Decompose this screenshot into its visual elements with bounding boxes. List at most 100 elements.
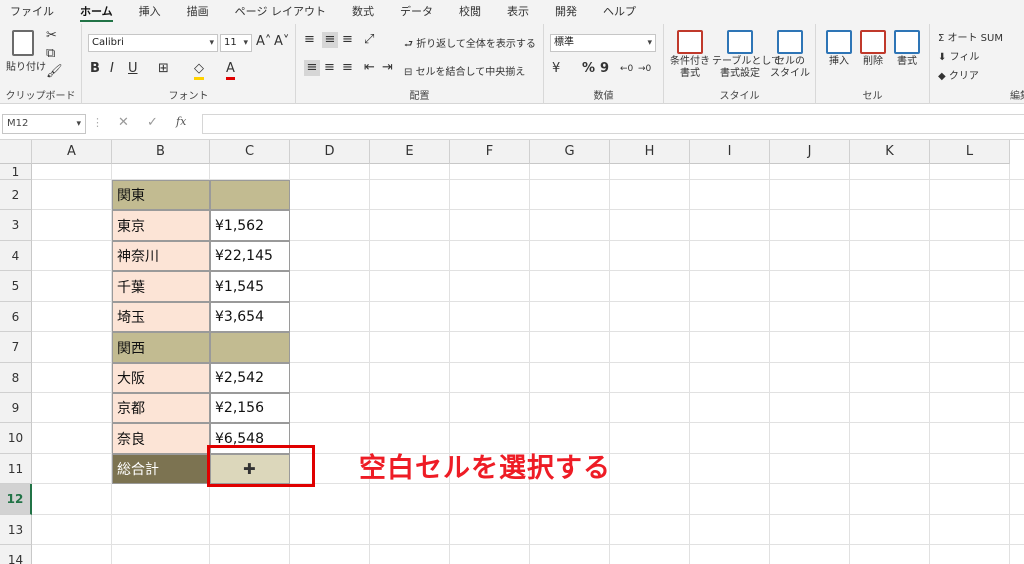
fill-button[interactable]: ⬇ フィル — [938, 48, 979, 63]
tab-1[interactable]: ホーム — [80, 0, 113, 24]
fill-color-icon[interactable]: ◇ — [194, 61, 204, 80]
align-right-icon[interactable]: ≡ — [342, 60, 353, 76]
increase-font-icon[interactable]: A˄ — [256, 34, 271, 50]
row-header-13[interactable]: 13 — [0, 515, 32, 545]
column-header-K[interactable]: K — [850, 140, 930, 164]
merge-center-button[interactable]: ⊟ セルを結合して中央揃え — [404, 63, 525, 78]
cell-B7[interactable]: 関西 — [112, 332, 210, 363]
row-header-8[interactable]: 8 — [0, 363, 32, 393]
conditional-format-button[interactable]: 条件付き 書式 — [668, 30, 712, 80]
paste-icon[interactable] — [12, 30, 34, 56]
row-header-5[interactable]: 5 — [0, 271, 32, 302]
cell-B10[interactable]: 奈良 — [112, 423, 210, 454]
delete-cells-button[interactable]: 削除 — [856, 30, 890, 68]
wrap-text-button[interactable]: ⮐ 折り返して全体を表示する — [404, 35, 536, 54]
format-cells-button[interactable]: 書式 — [890, 30, 924, 68]
row-header-11[interactable]: 11 — [0, 454, 32, 484]
cell-B4[interactable]: 神奈川 — [112, 241, 210, 271]
column-header-C[interactable]: C — [210, 140, 290, 164]
decrease-indent-icon[interactable]: ⇤ — [364, 60, 375, 76]
increase-decimal-icon[interactable]: ←0 — [620, 61, 633, 77]
cell-C3[interactable]: ¥1,562 — [210, 210, 290, 241]
cell-B6[interactable]: 埼玉 — [112, 302, 210, 332]
worksheet-grid[interactable]: A B C D E F G H I J K L 1 2 3 4 5 6 7 8 9 10 11 12 13 14 関東 東京 ¥1,56… — [0, 140, 1024, 564]
align-bottom-icon[interactable]: ≡ — [342, 32, 353, 48]
row-header-6[interactable]: 6 — [0, 302, 32, 332]
format-as-table-button[interactable]: テーブルとして 書式設定 — [712, 30, 781, 80]
enter-icon[interactable]: ✓ — [147, 115, 158, 130]
comma-icon[interactable]: 9 — [600, 61, 609, 77]
font-name-select[interactable]: Calibri ▾ — [88, 34, 218, 52]
row-header-4[interactable]: 4 — [0, 241, 32, 271]
font-color-icon[interactable]: A — [226, 61, 235, 80]
cell-B3[interactable]: 東京 — [112, 210, 210, 241]
row-header-2[interactable]: 2 — [0, 180, 32, 210]
row-header-9[interactable]: 9 — [0, 393, 32, 423]
cell-C6[interactable]: ¥3,654 — [210, 302, 290, 332]
autosum-button[interactable]: Σ オート SUM — [938, 29, 1003, 44]
increase-indent-icon[interactable]: ⇥ — [382, 60, 393, 76]
cell-C2[interactable] — [210, 180, 290, 210]
column-header-D[interactable]: D — [290, 140, 370, 164]
column-header-J[interactable]: J — [770, 140, 850, 164]
tab-9[interactable]: 開発 — [555, 0, 577, 24]
tab-8[interactable]: 表示 — [507, 0, 529, 24]
cut-icon[interactable]: ✂ — [46, 28, 57, 44]
decrease-font-icon[interactable]: A˅ — [274, 34, 289, 50]
font-size-select[interactable]: 11 ▾ — [220, 34, 252, 52]
tab-2[interactable]: 挿入 — [139, 0, 161, 24]
row-header-14[interactable]: 14 — [0, 545, 32, 564]
column-header-G[interactable]: G — [530, 140, 610, 164]
tab-3[interactable]: 描画 — [187, 0, 209, 24]
italic-button[interactable]: I — [110, 61, 114, 77]
bold-button[interactable]: B — [90, 61, 100, 77]
tab-0[interactable]: ファイル — [10, 0, 54, 24]
formula-input[interactable] — [202, 114, 1024, 134]
currency-icon[interactable]: ¥ — [552, 61, 560, 77]
cell-B9[interactable]: 京都 — [112, 393, 210, 423]
border-icon[interactable]: ⊞ — [158, 61, 169, 77]
select-all-corner[interactable] — [0, 140, 32, 164]
function-icon[interactable]: fx — [176, 115, 186, 128]
cell-B8[interactable]: 大阪 — [112, 363, 210, 393]
row-header-3[interactable]: 3 — [0, 210, 32, 241]
tab-6[interactable]: データ — [400, 0, 433, 24]
cell-C5[interactable]: ¥1,545 — [210, 271, 290, 302]
clear-button[interactable]: ◆ クリア — [938, 67, 979, 82]
align-top-icon[interactable]: ≡ — [304, 32, 315, 48]
align-middle-icon[interactable]: ≡ — [322, 32, 338, 48]
cell-B11[interactable]: 総合計 — [112, 454, 210, 484]
number-format-select[interactable]: 標準 ▾ — [550, 34, 656, 52]
cell-C8[interactable]: ¥2,542 — [210, 363, 290, 393]
row-header-10[interactable]: 10 — [0, 423, 32, 454]
tab-10[interactable]: ヘルプ — [603, 0, 636, 24]
cell-C9[interactable]: ¥2,156 — [210, 393, 290, 423]
underline-button[interactable]: U — [128, 61, 138, 77]
row-header-12[interactable]: 12 — [0, 484, 32, 515]
decrease-decimal-icon[interactable]: →0 — [638, 61, 651, 77]
percent-icon[interactable]: % — [582, 61, 595, 77]
column-header-B[interactable]: B — [112, 140, 210, 164]
tab-7[interactable]: 校閲 — [459, 0, 481, 24]
row-header-7[interactable]: 7 — [0, 332, 32, 363]
column-header-L[interactable]: L — [930, 140, 1010, 164]
name-box[interactable]: M12 ▾ — [2, 114, 86, 134]
tab-4[interactable]: ページ レイアウト — [235, 0, 326, 24]
cell-styles-button[interactable]: セルの スタイル — [768, 30, 812, 80]
cell-B2[interactable]: 関東 — [112, 180, 210, 210]
cell-B5[interactable]: 千葉 — [112, 271, 210, 302]
paste-button[interactable]: 貼り付け — [6, 58, 46, 73]
column-header-I[interactable]: I — [690, 140, 770, 164]
column-header-F[interactable]: F — [450, 140, 530, 164]
insert-cells-button[interactable]: 挿入 — [822, 30, 856, 68]
column-header-E[interactable]: E — [370, 140, 450, 164]
cell-C4[interactable]: ¥22,145 — [210, 241, 290, 271]
align-left-icon[interactable]: ≡ — [304, 60, 320, 76]
cell-C7[interactable] — [210, 332, 290, 363]
column-header-A[interactable]: A — [32, 140, 112, 164]
align-center-icon[interactable]: ≡ — [324, 60, 335, 76]
tab-5[interactable]: 数式 — [352, 0, 374, 24]
copy-icon[interactable]: ⧉ — [46, 46, 55, 62]
format-painter-icon[interactable]: 🖌 — [46, 64, 63, 80]
orientation-icon[interactable]: ⤢ — [364, 32, 374, 48]
